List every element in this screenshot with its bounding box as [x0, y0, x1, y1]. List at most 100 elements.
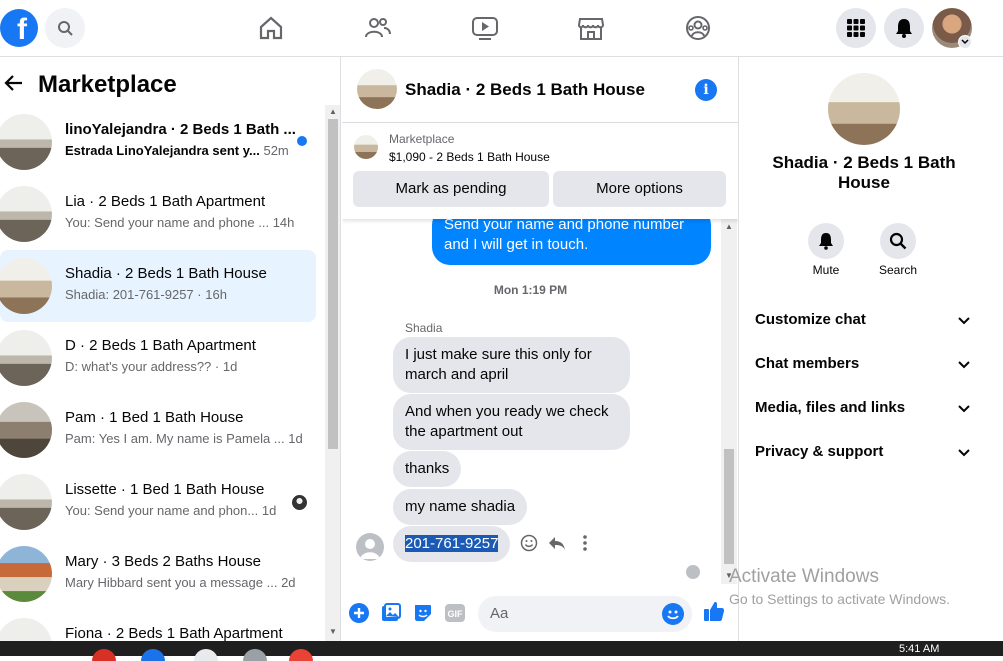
- conversation-title: Pam · 1 Bed 1 Bath House: [65, 409, 244, 426]
- facebook-logo[interactable]: f: [0, 9, 38, 47]
- conversation-item[interactable]: linoYalejandra · 2 Beds 1 Bath ... Estra…: [0, 106, 316, 178]
- details-thumbnail[interactable]: [828, 73, 900, 145]
- media-files-links-item[interactable]: Media, files and links: [755, 399, 905, 416]
- chat-header-thumbnail[interactable]: [357, 69, 397, 109]
- taskbar-clock: 5:41 AM: [899, 643, 940, 655]
- activate-windows-watermark: Activate Windows: [729, 566, 879, 587]
- gif-icon[interactable]: GIF: [444, 602, 466, 624]
- message-input[interactable]: Aa: [478, 596, 692, 632]
- conversation-preview: You: Send your name and phone ... 14h: [65, 215, 295, 230]
- search-in-conversation-button[interactable]: [880, 223, 916, 259]
- info-icon[interactable]: i: [695, 79, 717, 101]
- chat-panel: Shadia · 2 Beds 1 Bath House i Marketpla…: [342, 57, 739, 641]
- more-actions-icon[interactable]: [575, 533, 595, 553]
- taskbar-app-icon[interactable]: [194, 649, 218, 661]
- conversation-preview: Shadia: 201-761-9257 · 16h: [65, 287, 227, 302]
- chat-details-panel: Shadia · 2 Beds 1 Bath House Mute Search…: [740, 57, 1003, 641]
- taskbar-app-icon[interactable]: [243, 649, 267, 661]
- scroll-down-arrow[interactable]: ▼: [328, 627, 338, 637]
- conversation-list: linoYalejandra · 2 Beds 1 Bath ... Estra…: [0, 106, 320, 641]
- sender-avatar[interactable]: [356, 533, 384, 561]
- sender-name: Shadia: [405, 321, 443, 335]
- home-icon[interactable]: [257, 14, 285, 42]
- listing-thumbnail: [0, 330, 52, 386]
- reply-icon[interactable]: [547, 533, 567, 553]
- activate-windows-subtext: Go to Settings to activate Windows.: [729, 591, 950, 607]
- search-button[interactable]: [45, 8, 85, 48]
- search-icon: [58, 21, 73, 36]
- back-arrow-icon[interactable]: [4, 73, 26, 95]
- bell-icon: [819, 233, 833, 250]
- more-options-button[interactable]: More options: [553, 171, 726, 207]
- privacy-support-item[interactable]: Privacy & support: [755, 443, 883, 460]
- chevron-down-icon[interactable]: [956, 357, 972, 373]
- conversation-preview: Mary Hibbard sent you a message ... 2d: [65, 575, 296, 590]
- chevron-down-icon: [961, 39, 969, 45]
- message-input-placeholder: Aa: [490, 605, 509, 622]
- account-menu-button[interactable]: [958, 35, 972, 49]
- scrollbar-thumb[interactable]: [328, 119, 338, 449]
- conversation-sidebar: Marketplace linoYalejandra · 2 Beds 1 Ba…: [0, 57, 341, 641]
- mark-as-pending-button[interactable]: Mark as pending: [353, 171, 549, 207]
- details-title: Shadia · 2 Beds 1 Bath House: [772, 153, 956, 192]
- conversation-preview: Estrada LinoYalejandra sent y... 52m: [65, 143, 289, 158]
- customize-chat-item[interactable]: Customize chat: [755, 311, 866, 328]
- conversation-preview: You: Send your name and phon... 1d: [65, 503, 277, 518]
- react-emoji-icon[interactable]: [519, 533, 539, 553]
- listing-thumbnail: [0, 618, 52, 641]
- conversation-item[interactable]: Lissette · 1 Bed 1 Bath House You: Send …: [0, 466, 316, 538]
- notifications-button[interactable]: [884, 8, 924, 48]
- conversation-item[interactable]: Mary · 3 Beds 2 Baths House Mary Hibbard…: [0, 538, 316, 610]
- marketplace-icon[interactable]: [577, 14, 605, 42]
- mute-button[interactable]: [808, 223, 844, 259]
- listing-thumbnail: [0, 546, 52, 602]
- conversation-item-active[interactable]: Shadia · 2 Beds 1 Bath House Shadia: 201…: [0, 250, 316, 322]
- message-timestamp: Mon 1:19 PM: [493, 283, 568, 297]
- emoji-icon[interactable]: [662, 603, 684, 625]
- incoming-message: my name shadia: [393, 489, 528, 525]
- taskbar-app-icon[interactable]: [92, 649, 116, 661]
- conversation-title: linoYalejandra · 2 Beds 1 Bath ...: [65, 121, 296, 138]
- conversation-item[interactable]: Lia · 2 Beds 1 Bath Apartment You: Send …: [0, 178, 316, 250]
- thumbs-up-icon[interactable]: [703, 600, 725, 622]
- menu-grid-icon: [847, 19, 865, 37]
- bell-icon: [896, 19, 912, 38]
- conversation-title: Fiona · 2 Beds 1 Bath Apartment: [65, 625, 283, 641]
- sticker-icon[interactable]: [412, 602, 434, 624]
- add-more-icon[interactable]: [348, 602, 370, 624]
- thread-scrollbar[interactable]: ▲ ▼: [721, 219, 737, 584]
- facebook-logo-letter: f: [17, 13, 27, 46]
- conversation-item[interactable]: Pam · 1 Bed 1 Bath House Pam: Yes I am. …: [0, 394, 316, 466]
- taskbar-app-icon[interactable]: [141, 649, 165, 661]
- listing-thumbnail: [0, 258, 52, 314]
- sidebar-scrollbar[interactable]: ▲ ▼: [325, 105, 340, 641]
- photo-icon[interactable]: [380, 602, 402, 624]
- taskbar-app-icon[interactable]: [289, 649, 313, 661]
- unread-indicator: [297, 136, 307, 146]
- chevron-down-icon[interactable]: [956, 313, 972, 329]
- watch-icon[interactable]: [471, 14, 499, 42]
- chat-title[interactable]: Shadia · 2 Beds 1 Bath House: [405, 80, 645, 100]
- conversation-preview: D: what's your address?? · 1d: [65, 359, 238, 374]
- scroll-up-arrow[interactable]: ▲: [724, 222, 734, 232]
- conversation-preview: Pam: Yes I am. My name is Pamela ... 1d: [65, 431, 303, 446]
- chevron-down-icon[interactable]: [956, 445, 972, 461]
- scrollbar-thumb[interactable]: [724, 449, 734, 564]
- mute-label: Mute: [812, 263, 840, 277]
- conversation-item[interactable]: Fiona · 2 Beds 1 Bath Apartment: [0, 610, 316, 641]
- chat-members-item[interactable]: Chat members: [755, 355, 859, 372]
- listing-thumbnail: [0, 402, 52, 458]
- search-label: Search: [878, 263, 918, 277]
- scroll-up-arrow[interactable]: ▲: [328, 107, 338, 117]
- conversation-title: Lia · 2 Beds 1 Bath Apartment: [65, 193, 266, 210]
- menu-grid-button[interactable]: [836, 8, 876, 48]
- chevron-down-icon[interactable]: [956, 401, 972, 417]
- conversation-item[interactable]: D · 2 Beds 1 Bath Apartment D: what's yo…: [0, 322, 316, 394]
- svg-text:GIF: GIF: [448, 609, 464, 619]
- search-icon: [889, 232, 907, 250]
- groups-icon[interactable]: [684, 14, 712, 42]
- listing-price[interactable]: $1,090 - 2 Beds 1 Bath House: [389, 150, 550, 164]
- friends-icon[interactable]: [364, 14, 392, 42]
- seen-avatar: [292, 495, 307, 510]
- listing-thumbnail: [0, 474, 52, 530]
